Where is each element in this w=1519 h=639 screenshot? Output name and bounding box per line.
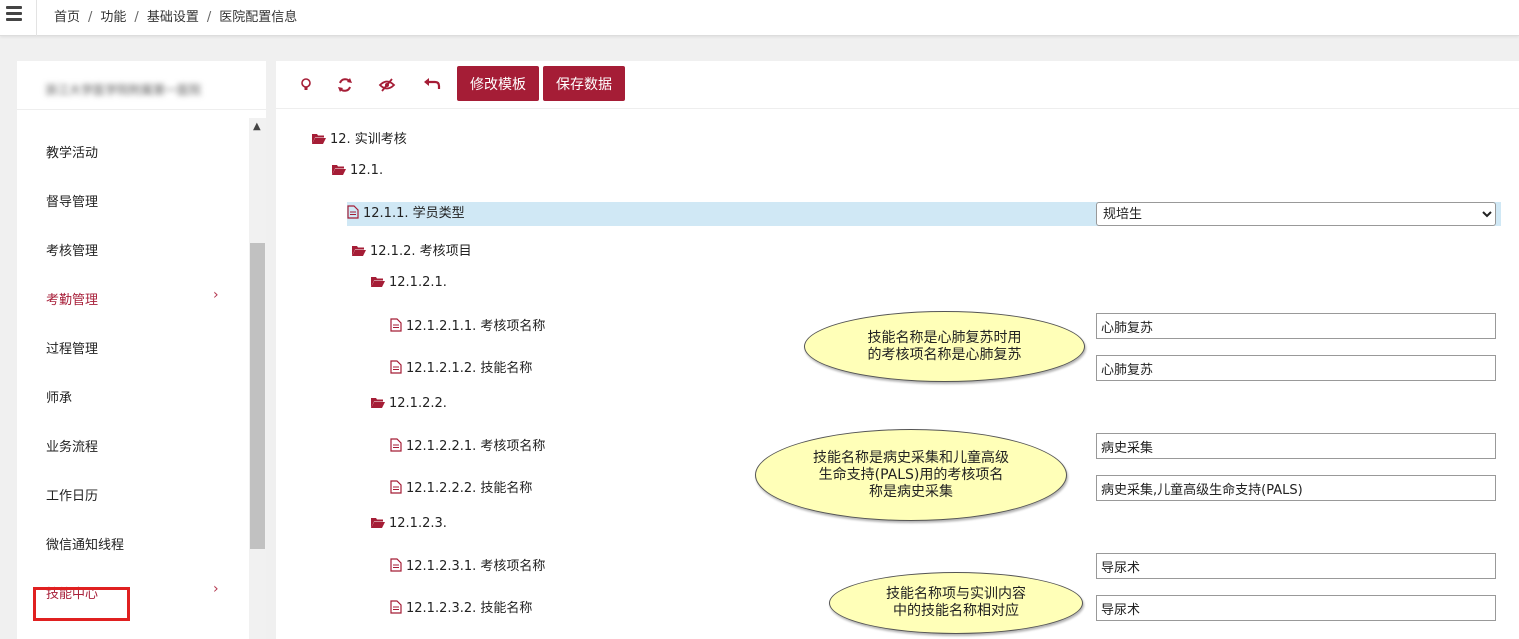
eye-slash-icon[interactable] xyxy=(373,71,401,99)
sidebar-item-teaching-activities[interactable]: 教学活动 xyxy=(17,130,249,170)
chevron-right-icon: › xyxy=(213,581,219,597)
tree-node-12-1-2[interactable]: 12.1.2. 考核项目 xyxy=(352,240,472,264)
hospital-name: 浙江大学医学院附属第一医院 xyxy=(45,83,202,97)
sidebar-item-label: 师承 xyxy=(46,391,73,406)
sidebar-item-label: 过程管理 xyxy=(46,342,99,357)
sidebar-item-label: 业务流程 xyxy=(46,440,99,455)
callout-text-line: 技能名称是病史采集和儿童高级 xyxy=(813,449,1009,466)
sidebar-item-label: 工作日历 xyxy=(46,489,99,504)
tree-node-label: 12. 实训考核 xyxy=(330,132,407,147)
tree-node-label: 12.1.2.3.1. 考核项名称 xyxy=(406,559,546,574)
tree-node-label: 12.1.2.2. xyxy=(389,396,447,411)
tree-node-12-1-2-2[interactable]: 12.1.2.2. xyxy=(371,396,447,420)
breadcrumb: 首页 / 功能 / 基础设置 / 医院配置信息 xyxy=(54,10,298,25)
tree-node-label: 12.1.2.1.1. 考核项名称 xyxy=(406,319,546,334)
folder-open-icon xyxy=(371,518,385,528)
skill-name-input-2[interactable] xyxy=(1096,475,1496,501)
breadcrumb-home[interactable]: 首页 xyxy=(54,10,80,25)
tree-node-label: 12.1. xyxy=(350,163,384,178)
sidebar-item-exam-management[interactable]: 考核管理 xyxy=(17,228,249,268)
tree-node-label: 12.1.2.2.1. 考核项名称 xyxy=(406,439,546,454)
tree-node-label: 12.1.1. 学员类型 xyxy=(363,206,465,221)
sidebar-item-label: 督导管理 xyxy=(46,195,99,210)
folder-open-icon xyxy=(352,246,366,256)
tree-node-label: 12.1.2. 考核项目 xyxy=(370,244,472,259)
sidebar-item-label: 考勤管理 xyxy=(46,293,99,308)
breadcrumb-functions[interactable]: 功能 xyxy=(100,10,126,25)
bulb-icon[interactable] xyxy=(292,71,320,99)
menu-toggle-icon[interactable] xyxy=(6,6,22,22)
folder-open-icon xyxy=(312,134,326,144)
sidebar-item-label: 微信通知线程 xyxy=(46,538,125,553)
sidebar-item-wechat-notify[interactable]: 微信通知线程 xyxy=(17,522,249,562)
file-icon xyxy=(390,360,402,374)
tree-node-12[interactable]: 12. 实训考核 xyxy=(312,128,407,152)
tree-node-label: 12.1.2.1.2. 技能名称 xyxy=(406,361,533,376)
edit-template-button[interactable]: 修改模板 xyxy=(457,66,539,101)
exam-item-name-input-1[interactable] xyxy=(1096,313,1496,339)
sidebar-item-label: 教学活动 xyxy=(46,146,99,161)
topbar-divider xyxy=(36,0,37,36)
sidebar-item-attendance[interactable]: 考勤管理 › xyxy=(17,277,249,317)
folder-open-icon xyxy=(371,277,385,287)
breadcrumb-basic-settings[interactable]: 基础设置 xyxy=(147,10,199,25)
skill-center-highlight-annotation xyxy=(33,587,130,621)
sidebar-item-supervision[interactable]: 督导管理 xyxy=(17,179,249,219)
folder-open-icon xyxy=(371,398,385,408)
file-icon xyxy=(390,318,402,332)
sidebar-scroll-thumb[interactable] xyxy=(250,243,265,549)
tree-node-label: 12.1.2.3. xyxy=(389,516,447,531)
chevron-right-icon: › xyxy=(213,287,219,303)
tree-node-12-1-2-1-2[interactable]: 12.1.2.1.2. 技能名称 xyxy=(390,357,532,381)
sidebar-item-workflow[interactable]: 业务流程 xyxy=(17,424,249,464)
student-type-select[interactable]: 规培生 xyxy=(1096,202,1496,226)
skill-name-input-1[interactable] xyxy=(1096,355,1496,381)
callout-text-line: 称是病史采集 xyxy=(869,483,953,500)
callout-annotation-2: 技能名称是病史采集和儿童高级 生命支持(PALS)用的考核项名 称是病史采集 xyxy=(755,429,1067,521)
tree-node-12-1-2-3-2[interactable]: 12.1.2.3.2. 技能名称 xyxy=(390,597,532,621)
tree-node-label: 12.1.2.2.2. 技能名称 xyxy=(406,481,533,496)
top-bar: 首页 / 功能 / 基础设置 / 医院配置信息 xyxy=(0,0,1519,36)
tree-node-12-1[interactable]: 12.1. xyxy=(332,163,383,187)
toolbar-divider xyxy=(276,108,1519,109)
main-panel: 修改模板 保存数据 12. 实训考核 12.1. 12.1.1. 学员类型 规培… xyxy=(276,61,1519,639)
tree-node-label: 12.1.2.1. xyxy=(389,275,447,290)
sidebar-item-process[interactable]: 过程管理 xyxy=(17,326,249,366)
exam-item-name-input-3[interactable] xyxy=(1096,553,1496,579)
exam-item-name-input-2[interactable] xyxy=(1096,433,1496,459)
callout-annotation-1: 技能名称是心肺复苏时用 的考核项名称是心肺复苏 xyxy=(804,311,1085,382)
tree-node-12-1-2-1-1[interactable]: 12.1.2.1.1. 考核项名称 xyxy=(390,315,545,339)
callout-text-line: 技能名称项与实训内容 xyxy=(886,586,1026,602)
file-icon xyxy=(347,205,359,219)
breadcrumb-hospital-config: 医院配置信息 xyxy=(219,10,298,25)
tree-node-label: 12.1.2.3.2. 技能名称 xyxy=(406,601,533,616)
callout-text-line: 中的技能名称相对应 xyxy=(893,603,1019,619)
sidebar-divider xyxy=(17,109,266,110)
sidebar-item-label: 考核管理 xyxy=(46,244,99,259)
scroll-up-icon[interactable]: ▲ xyxy=(253,121,261,132)
tree-node-12-1-2-3-1[interactable]: 12.1.2.3.1. 考核项名称 xyxy=(390,555,545,579)
sidebar-item-mentorship[interactable]: 师承 xyxy=(17,375,249,415)
callout-text-line: 技能名称是心肺复苏时用 xyxy=(867,329,1022,346)
callout-annotation-3: 技能名称项与实训内容 中的技能名称相对应 xyxy=(829,572,1083,634)
callout-text-line: 的考核项名称是心肺复苏 xyxy=(867,346,1022,363)
file-icon xyxy=(390,480,402,494)
tree-node-12-1-2-2-2[interactable]: 12.1.2.2.2. 技能名称 xyxy=(390,477,532,501)
sidebar-item-calendar[interactable]: 工作日历 xyxy=(17,473,249,513)
refresh-icon[interactable] xyxy=(331,71,359,99)
file-icon xyxy=(390,558,402,572)
sidebar: 浙江大学医学院附属第一医院 教学活动 督导管理 考核管理 考勤管理 › 过程管理 … xyxy=(17,61,266,639)
save-data-button[interactable]: 保存数据 xyxy=(543,66,625,101)
undo-icon[interactable] xyxy=(418,71,446,99)
file-icon xyxy=(390,438,402,452)
tree-node-12-1-2-2-1[interactable]: 12.1.2.2.1. 考核项名称 xyxy=(390,435,545,459)
callout-text-line: 生命支持(PALS)用的考核项名 xyxy=(818,466,1004,483)
tree-node-12-1-2-1[interactable]: 12.1.2.1. xyxy=(371,275,447,299)
folder-open-icon xyxy=(332,165,346,175)
file-icon xyxy=(390,600,402,614)
skill-name-input-3[interactable] xyxy=(1096,595,1496,621)
tree-node-12-1-2-3[interactable]: 12.1.2.3. xyxy=(371,516,447,540)
